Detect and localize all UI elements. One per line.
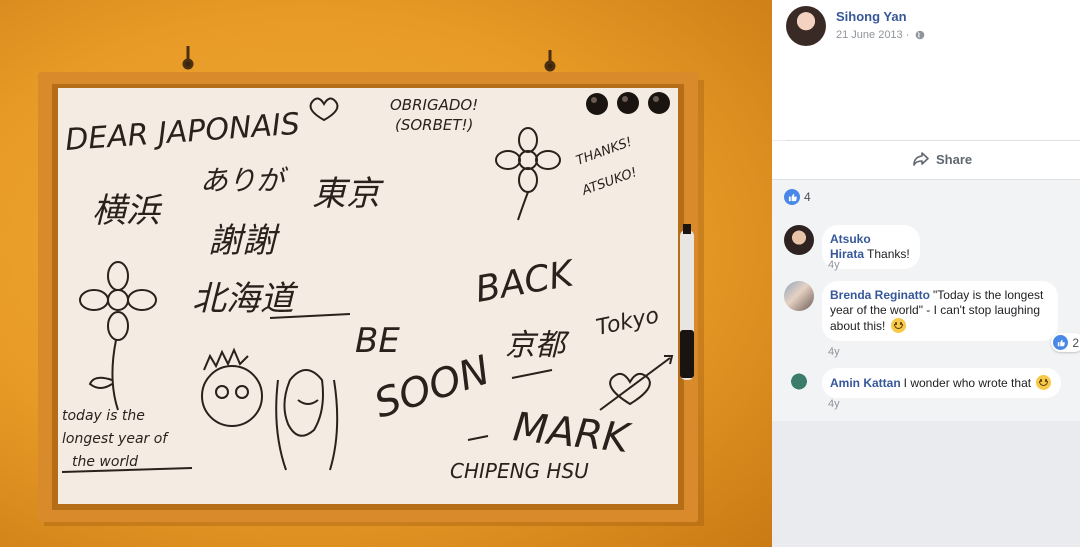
comment-text: I wonder who wrote that	[903, 376, 1032, 390]
svg-text:BE: BE	[355, 321, 400, 361]
svg-text:横浜: 横浜	[92, 191, 163, 231]
post-header: Sihong Yan 21 June 2013 ·	[772, 0, 1080, 140]
svg-text:the world: the world	[72, 454, 138, 470]
comment-bubble: Brenda Reginatto "Today is the longest ye…	[822, 281, 1058, 341]
svg-text:CHIPENG HSU: CHIPENG HSU	[450, 459, 589, 483]
like-icon	[1053, 335, 1069, 350]
comment-text: Thanks!	[867, 247, 910, 261]
svg-text:謝謝: 謝謝	[208, 221, 280, 261]
smile-emoji	[890, 318, 906, 333]
svg-text:(SORBET!): (SORBET!)	[395, 116, 473, 134]
comment-time[interactable]: 4y	[828, 398, 840, 410]
share-label: Share	[936, 151, 973, 167]
comment-time[interactable]: 4y	[828, 346, 840, 358]
share-button[interactable]: Share	[912, 151, 972, 167]
commenter-name[interactable]: Atsuko Hirata	[830, 232, 871, 261]
post-date[interactable]: 21 June 2013 ·	[836, 29, 909, 41]
whiteboard-photo: DEAR JAPONAIS OBRIGADO! (SORBET!) THANKS…	[38, 46, 704, 526]
reaction-count: 4	[804, 190, 811, 204]
globe-icon[interactable]	[915, 30, 925, 40]
svg-text:longest year of: longest year of	[62, 431, 169, 447]
share-arrow-icon	[913, 152, 929, 166]
svg-text:京都: 京都	[505, 328, 570, 363]
svg-text:OBRIGADO!: OBRIGADO!	[390, 96, 478, 114]
comment-bubble: Amin Kattan I wonder who wrote that	[822, 368, 1062, 398]
commenter-name[interactable]: Brenda Reginatto	[830, 288, 930, 302]
commenter-avatar[interactable]	[784, 225, 814, 255]
actions-bar: Share	[772, 141, 1080, 179]
comment-reaction-count: 2	[1072, 335, 1079, 350]
post-photo[interactable]: DEAR JAPONAIS OBRIGADO! (SORBET!) THANKS…	[0, 0, 772, 547]
marker-pen	[680, 224, 694, 380]
svg-text:東京: 東京	[312, 174, 384, 214]
reactions-summary[interactable]: 4	[784, 189, 811, 205]
comment-time[interactable]: 4y	[828, 259, 840, 271]
like-icon	[784, 189, 800, 205]
commenter-avatar[interactable]	[784, 368, 814, 398]
svg-text:ありが: ありが	[200, 164, 289, 197]
commenter-name[interactable]: Amin Kattan	[830, 376, 901, 390]
smile-emoji	[1036, 375, 1052, 390]
post-panel: Sihong Yan 21 June 2013 · Share 4 Atsuko…	[772, 0, 1080, 547]
commenter-avatar[interactable]	[784, 281, 814, 311]
author-name[interactable]: Sihong Yan	[836, 9, 907, 24]
svg-text:today is the: today is the	[62, 408, 145, 424]
comment-reactions[interactable]: 2	[1051, 333, 1080, 352]
svg-text:北海道: 北海道	[192, 279, 299, 319]
comments-section: 4 Atsuko Hirata Thanks! 4y Brenda Reginat…	[772, 179, 1080, 421]
author-avatar[interactable]	[786, 6, 826, 46]
